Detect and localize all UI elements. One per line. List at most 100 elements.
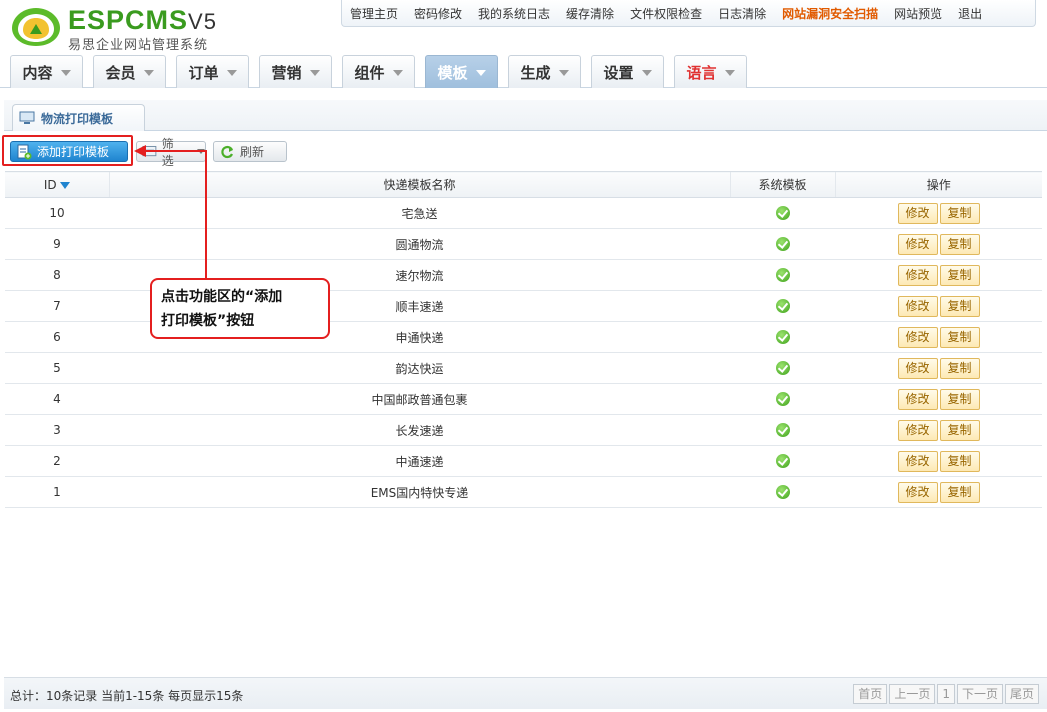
row-system-template (730, 259, 835, 291)
copy-button[interactable]: 复制 (939, 264, 980, 286)
chevron-down-icon (558, 70, 569, 76)
row-actions: 修改 复制 (835, 445, 1042, 477)
row-id: 8 (5, 259, 109, 291)
edit-button[interactable]: 修改 (897, 419, 938, 441)
column-header-id[interactable]: ID (5, 171, 109, 198)
main-nav-tab-label: 语言 (686, 63, 717, 82)
topnav-link[interactable]: 网站漏洞安全扫描 (774, 5, 886, 22)
row-system-template (730, 321, 835, 353)
edit-button[interactable]: 修改 (897, 388, 938, 410)
filter-button[interactable]: 筛选 (136, 137, 206, 168)
copy-button[interactable]: 复制 (939, 419, 980, 441)
filter-label: 筛选 (161, 136, 174, 168)
main-nav-tab[interactable]: 模板 (425, 55, 498, 88)
row-system-template (730, 197, 835, 229)
row-template-name: 长发速递 (109, 414, 730, 446)
table-row: 2 中通速递 修改 复制 (5, 445, 1042, 477)
row-id: 6 (5, 321, 109, 353)
refresh-icon (221, 145, 234, 158)
table-row: 4 中国邮政普通包裹 修改 复制 (5, 383, 1042, 415)
copy-button[interactable]: 复制 (939, 357, 980, 379)
main-nav-tab-label: 营销 (271, 63, 302, 82)
row-actions: 修改 复制 (835, 259, 1042, 291)
copy-button[interactable]: 复制 (939, 202, 980, 224)
pager-button[interactable]: 尾页 (1004, 684, 1039, 704)
chevron-down-icon (143, 70, 154, 76)
main-nav-tab[interactable]: 订单 (176, 55, 249, 88)
main-nav-tab-label: 模板 (437, 63, 468, 82)
table-row: 9 圆通物流 修改 复制 (5, 228, 1042, 260)
row-system-template (730, 445, 835, 477)
page-tab-label: 物流打印模板 (41, 111, 114, 126)
edit-button[interactable]: 修改 (897, 295, 938, 317)
main-nav-tab[interactable]: 设置 (591, 55, 664, 88)
id-header-label: ID (43, 177, 57, 192)
copy-button[interactable]: 复制 (939, 326, 980, 348)
copy-button[interactable]: 复制 (939, 450, 980, 472)
pager-button[interactable]: 首页 (853, 684, 888, 704)
topnav-link[interactable]: 密码修改 (406, 5, 470, 22)
main-nav-tab[interactable]: 营销 (259, 55, 332, 88)
copy-button[interactable]: 复制 (939, 481, 980, 503)
main-nav-tab[interactable]: 组件 (342, 55, 415, 88)
edit-button[interactable]: 修改 (897, 481, 938, 503)
topnav-link[interactable]: 管理主页 (342, 5, 406, 22)
sort-desc-icon[interactable] (59, 181, 70, 189)
table-header-row: ID 快递模板名称 系统模板 操作 (5, 171, 1042, 198)
table-row: 1 EMS国内特快专递 修改 复制 (5, 476, 1042, 508)
table-row: 5 韵达快运 修改 复制 (5, 352, 1042, 384)
topnav-link[interactable]: 我的系统日志 (470, 5, 558, 22)
edit-button[interactable]: 修改 (897, 264, 938, 286)
main-nav-tab-label: 生成 (520, 63, 551, 82)
chevron-down-icon (641, 70, 652, 76)
edit-button[interactable]: 修改 (897, 450, 938, 472)
main-nav-tab[interactable]: 生成 (508, 55, 581, 88)
refresh-button[interactable]: 刷新 (213, 141, 287, 162)
check-circle-icon (775, 361, 790, 376)
main-nav-tab-label: 会员 (105, 63, 136, 82)
topnav-link[interactable]: 文件权限检查 (622, 5, 710, 22)
column-header-name: 快递模板名称 (108, 171, 730, 198)
pagination: 首页 上一页 1 下一页 尾页 (853, 684, 1039, 704)
column-header-ops: 操作 (834, 171, 1042, 198)
copy-button[interactable]: 复制 (939, 388, 980, 410)
copy-button[interactable]: 复制 (939, 295, 980, 317)
main-nav: 内容 会员 订单 营销 组件 模板 生成 设置 语言 (0, 55, 1047, 88)
chevron-down-icon (197, 149, 205, 154)
edit-button[interactable]: 修改 (897, 233, 938, 255)
copy-button[interactable]: 复制 (939, 233, 980, 255)
main-nav-tab[interactable]: 语言 (674, 55, 747, 88)
topnav-link[interactable]: 日志清除 (710, 5, 774, 22)
topnav-link[interactable]: 网站预览 (886, 5, 950, 22)
row-actions: 修改 复制 (835, 383, 1042, 415)
header: ESPCMSV5 易思企业网站管理系统 管理主页 密码修改 我的系统日志 缓存清除 文件… (0, 0, 1047, 92)
edit-button[interactable]: 修改 (897, 202, 938, 224)
row-id: 9 (5, 228, 109, 260)
check-circle-icon (775, 423, 790, 438)
pager-button[interactable]: 上一页 (889, 684, 936, 704)
row-system-template (730, 352, 835, 384)
chevron-down-icon (226, 70, 237, 76)
main-nav-tab[interactable]: 会员 (93, 55, 166, 88)
row-id: 2 (5, 445, 109, 477)
tab-logistics-print-templates[interactable]: 物流打印模板 (12, 104, 145, 131)
row-actions: 修改 复制 (835, 197, 1042, 229)
refresh-label: 刷新 (240, 145, 265, 159)
row-system-template (730, 383, 835, 415)
table-row: 3 长发速递 修改 复制 (5, 414, 1042, 446)
row-system-template (730, 228, 835, 260)
row-actions: 修改 复制 (835, 290, 1042, 322)
main-nav-tab[interactable]: 内容 (10, 55, 83, 88)
pager-button[interactable]: 下一页 (956, 684, 1003, 704)
row-template-name: 圆通物流 (109, 228, 730, 260)
edit-button[interactable]: 修改 (897, 326, 938, 348)
chevron-down-icon (724, 70, 735, 76)
topnav-link[interactable]: 缓存清除 (558, 5, 622, 22)
pager-button[interactable]: 1 (937, 684, 955, 704)
filter-icon (142, 145, 157, 156)
column-header-system: 系统模板 (729, 171, 835, 198)
topnav-link[interactable]: 退出 (950, 5, 990, 22)
check-circle-icon (775, 237, 790, 252)
edit-button[interactable]: 修改 (897, 357, 938, 379)
logo[interactable]: ESPCMSV5 易思企业网站管理系统 (10, 4, 240, 53)
